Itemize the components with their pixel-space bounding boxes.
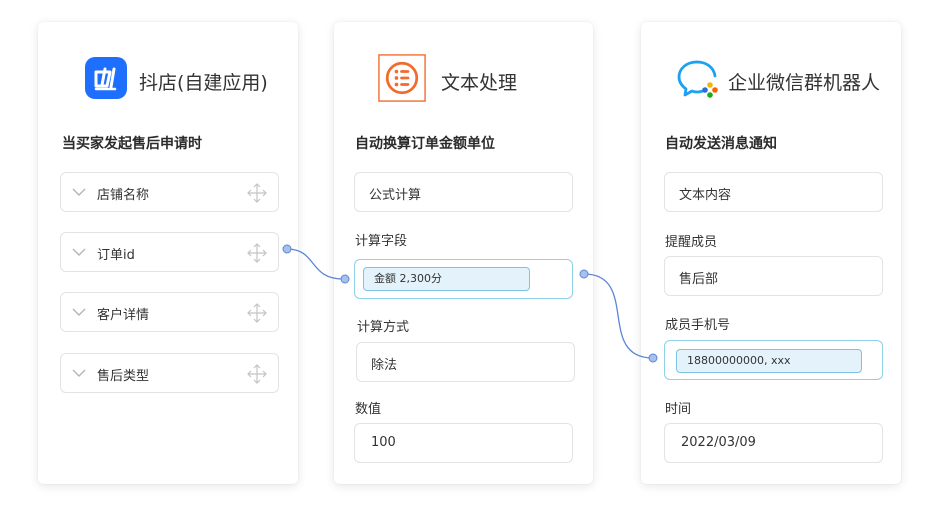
- move-icon[interactable]: [246, 182, 268, 204]
- move-icon[interactable]: [246, 302, 268, 324]
- field-label: 店铺名称: [97, 188, 150, 203]
- field-item-order-id[interactable]: 订单id: [60, 232, 279, 272]
- number-input[interactable]: 100: [354, 423, 573, 463]
- remind-member-select[interactable]: 售后部: [664, 256, 883, 296]
- trigger-card-douyin-store: 抖店(自建应用) 当买家发起售后申请时 店铺名称 订单id 客户详情 售后类型: [38, 22, 298, 484]
- calc-field-input[interactable]: 金额 2,300分: [354, 259, 573, 299]
- app-name: 企业微信群机器人: [728, 72, 881, 94]
- calc-method-select[interactable]: 除法: [356, 342, 575, 382]
- method-value: 除法: [371, 358, 398, 373]
- card-header: 抖店(自建应用): [38, 56, 298, 106]
- app-name: 文本处理: [441, 72, 518, 94]
- remind-label: 提醒成员: [665, 235, 718, 250]
- text-processing-icon: [378, 54, 426, 102]
- douyin-store-icon: [85, 57, 127, 99]
- method-label: 计算方式: [357, 320, 410, 335]
- chevron-down-icon[interactable]: [71, 186, 87, 198]
- action-card-wecom-bot: 企业微信群机器人 自动发送消息通知 文本内容 提醒成员 售后部 成员手机号 18…: [641, 22, 901, 484]
- time-input[interactable]: 2022/03/09: [664, 423, 883, 463]
- move-icon[interactable]: [246, 242, 268, 264]
- operation-select[interactable]: 公式计算: [354, 172, 573, 212]
- card-header: 文本处理: [334, 54, 593, 106]
- member-phone-input[interactable]: 18800000000, xxx: [664, 340, 883, 380]
- number-value: 100: [371, 435, 396, 450]
- phone-label: 成员手机号: [665, 318, 731, 333]
- field-item-store-name[interactable]: 店铺名称: [60, 172, 279, 212]
- chevron-down-icon[interactable]: [71, 367, 87, 379]
- wecom-bot-icon: [677, 60, 718, 98]
- field-label: 售后类型: [97, 369, 150, 384]
- chevron-down-icon[interactable]: [71, 246, 87, 258]
- field-label: 订单id: [97, 248, 135, 263]
- action-title: 自动换算订单金额单位: [355, 136, 495, 152]
- remind-value: 售后部: [679, 272, 719, 287]
- field-item-after-sale-type[interactable]: 售后类型: [60, 353, 279, 393]
- app-name: 抖店(自建应用): [139, 72, 268, 94]
- variable-chip[interactable]: 金额 2,300分: [363, 267, 530, 291]
- field-label: 客户详情: [97, 308, 150, 323]
- action-card-text-processing: 文本处理 自动换算订单金额单位 公式计算 计算字段 金额 2,300分 计算方式…: [334, 22, 593, 484]
- trigger-title: 当买家发起售后申请时: [62, 136, 202, 152]
- card-header: 企业微信群机器人: [641, 56, 901, 106]
- operation-value: 公式计算: [369, 188, 422, 203]
- content-value: 文本内容: [679, 188, 732, 203]
- message-type-select[interactable]: 文本内容: [664, 172, 883, 212]
- move-icon[interactable]: [246, 363, 268, 385]
- field-label: 计算字段: [355, 234, 408, 249]
- time-label: 时间: [665, 402, 692, 417]
- chevron-down-icon[interactable]: [71, 306, 87, 318]
- field-item-customer-details[interactable]: 客户详情: [60, 292, 279, 332]
- time-value: 2022/03/09: [681, 435, 756, 450]
- action-title: 自动发送消息通知: [665, 136, 777, 152]
- number-label: 数值: [355, 402, 382, 417]
- variable-chip[interactable]: 18800000000, xxx: [676, 349, 862, 373]
